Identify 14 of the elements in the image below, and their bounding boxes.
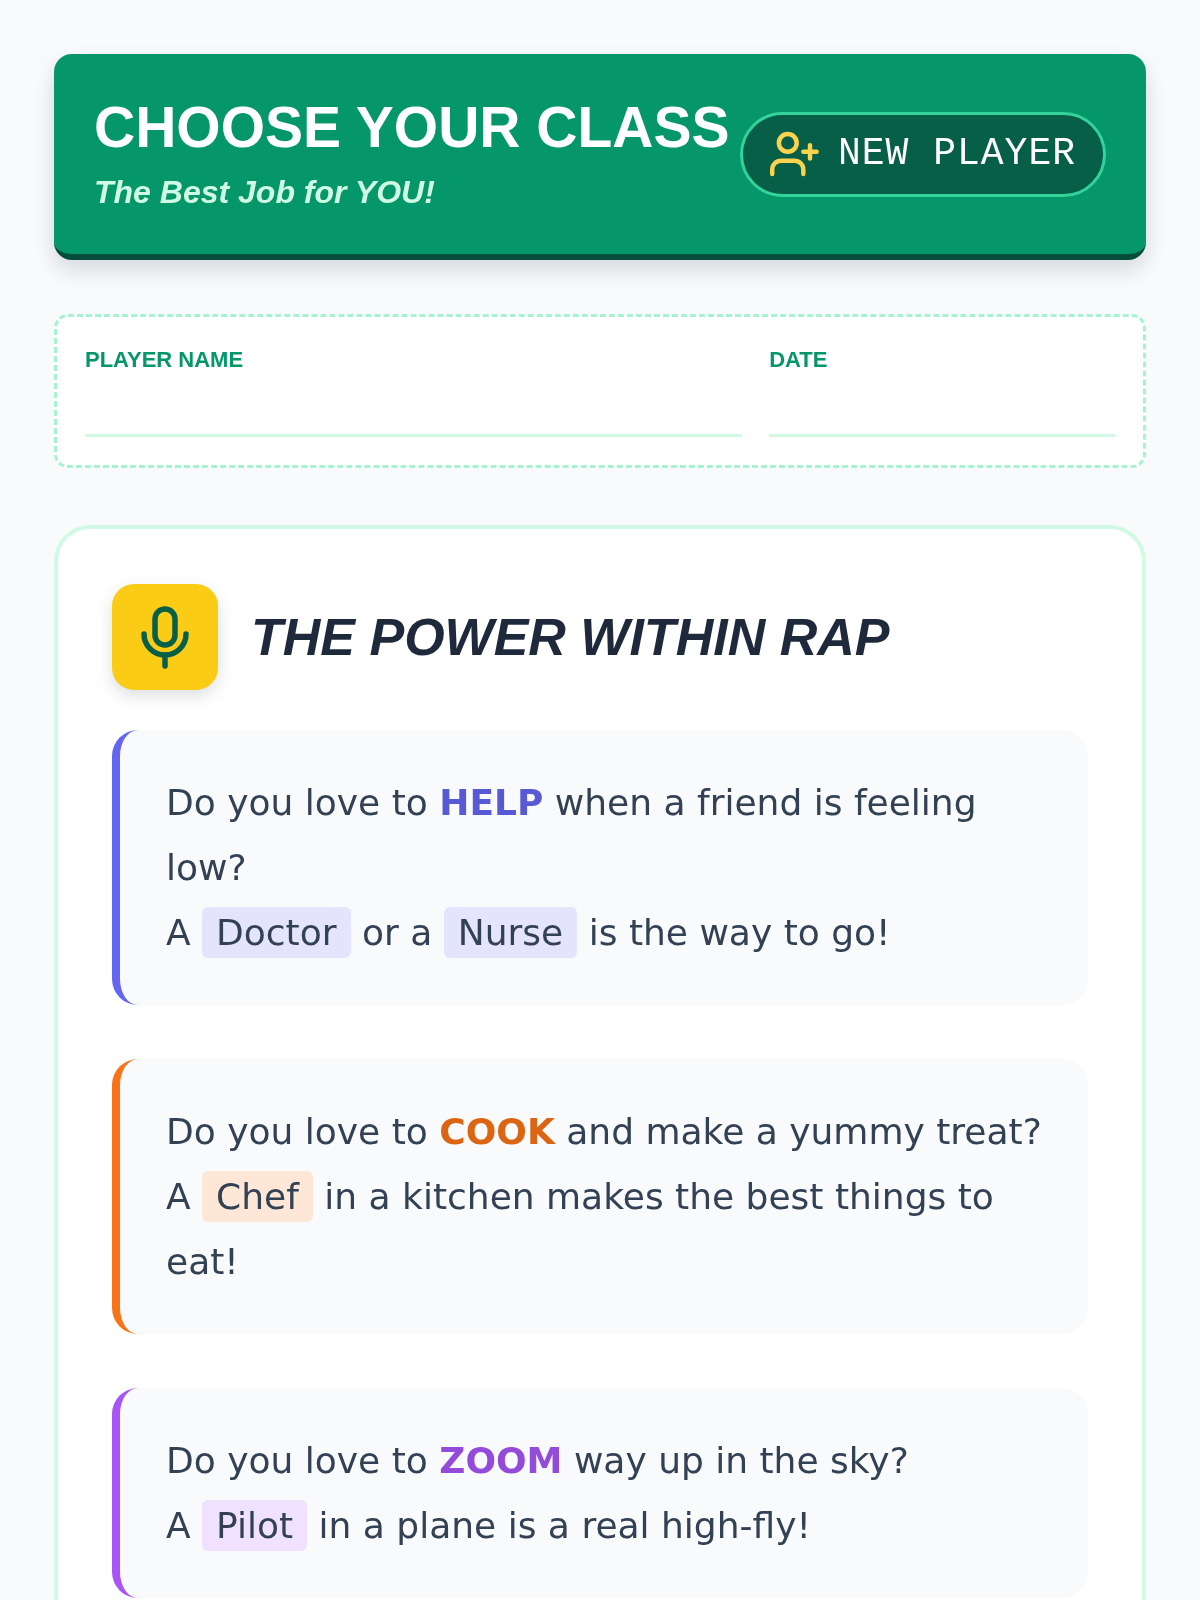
page-title: CHOOSE YOUR CLASS: [94, 97, 730, 156]
lyric-line: A Chef in a kitchen makes the best things to eat!: [166, 1164, 1058, 1294]
section-title: THE POWER WITHIN RAP: [251, 607, 890, 668]
lyric-line: Do you love to ZOOM way up in the sky?: [166, 1439, 910, 1483]
lyric-line: A Doctor or a Nurse is the way to go!: [166, 900, 1058, 965]
lyric-line: Do you love to HELP when a friend is feeling low?: [166, 781, 978, 890]
lyric-line: A Pilot in a plane is a real high-fly!: [166, 1493, 1058, 1558]
lyric-line: Do you love to COOK and make a yummy treat?: [166, 1110, 1043, 1154]
add-user-icon: [769, 131, 820, 177]
page-subtitle: The Best Job for YOU!: [94, 172, 436, 211]
new-player-button[interactable]: NEW PLAYER: [739, 111, 1106, 197]
microphone-icon: [112, 584, 218, 690]
field-label: PLAYER NAME: [85, 347, 244, 373]
field-label: DATE: [769, 347, 828, 373]
